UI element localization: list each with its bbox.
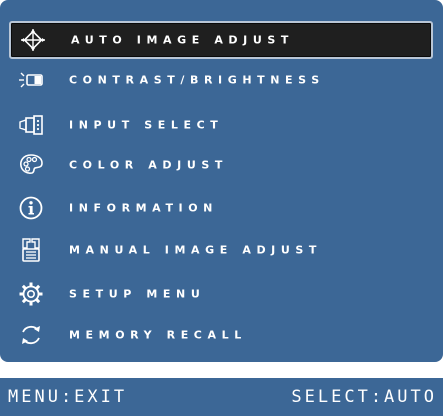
menu-item-label: MANUAL IMAGE ADJUST [69, 243, 323, 257]
gear-icon [19, 282, 43, 306]
menu-item-label: CONTRAST/BRIGHTNESS [69, 73, 325, 87]
menu-item-information[interactable]: INFORMATION [9, 189, 433, 227]
input-connector-icon [19, 113, 43, 137]
menu-item-color-adjust[interactable]: COLOR ADJUST [9, 146, 433, 184]
contrast-brightness-icon [19, 68, 43, 92]
menu-item-auto-image-adjust[interactable]: AUTO IMAGE ADJUST [9, 21, 433, 59]
menu-exit-hint: MENU:EXIT [8, 387, 128, 407]
menu-item-label: MEMORY RECALL [69, 328, 247, 342]
menu-item-setup-menu[interactable]: SETUP MENU [9, 275, 433, 313]
menu-item-label: INFORMATION [69, 201, 218, 215]
menu-item-input-select[interactable]: INPUT SELECT [9, 106, 433, 144]
menu-item-contrast-brightness[interactable]: CONTRAST/BRIGHTNESS [9, 61, 433, 99]
recall-arrows-icon [19, 323, 43, 347]
osd-menu-panel: AUTO IMAGE ADJUST CONTRAST/BRIGHTNESS IN… [0, 0, 443, 362]
menu-item-label: SETUP MENU [69, 287, 206, 301]
select-auto-hint: SELECT:AUTO [291, 387, 437, 407]
menu-item-manual-image-adjust[interactable]: MANUAL IMAGE ADJUST [9, 231, 433, 269]
menu-item-label: INPUT SELECT [69, 118, 224, 132]
status-bar: MENU:EXIT SELECT:AUTO [0, 378, 443, 416]
color-palette-icon [19, 153, 43, 177]
menu-item-label: COLOR ADJUST [69, 158, 228, 172]
manual-adjust-icon [19, 238, 43, 262]
info-icon [19, 196, 43, 220]
menu-item-memory-recall[interactable]: MEMORY RECALL [9, 316, 433, 354]
menu-item-label: AUTO IMAGE ADJUST [71, 33, 295, 47]
auto-adjust-icon [21, 28, 45, 52]
